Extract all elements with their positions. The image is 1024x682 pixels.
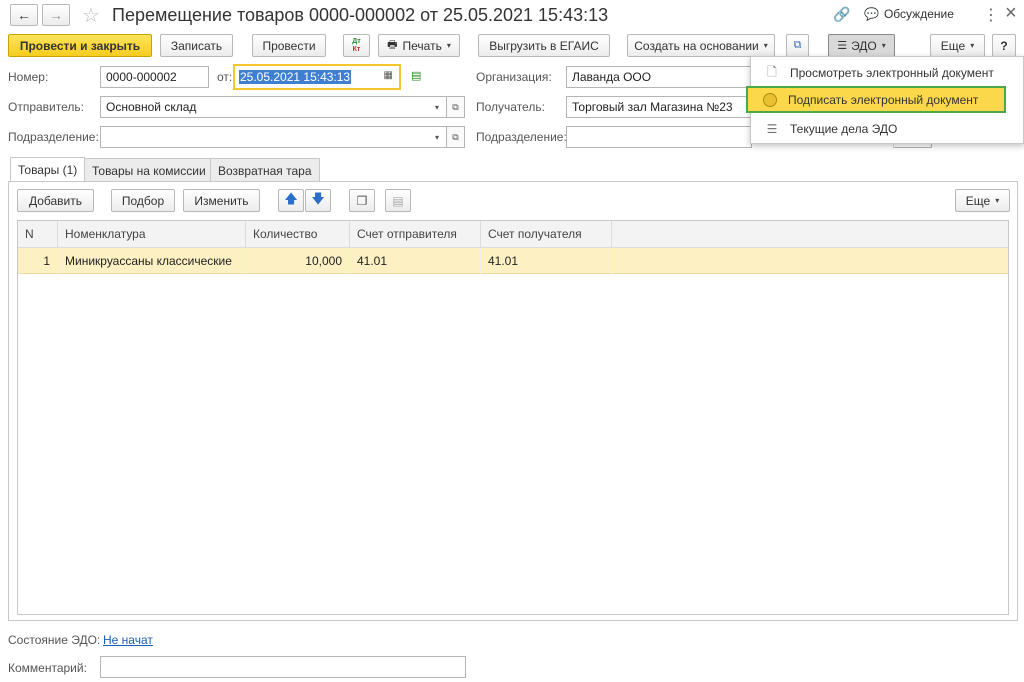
edo-state-link[interactable]: Не начат: [103, 633, 153, 647]
chevron-down-icon[interactable]: ▾: [430, 97, 444, 117]
pick-button[interactable]: Подбор: [111, 189, 175, 212]
cell-sender-account: 41.01: [350, 248, 481, 274]
help-button[interactable]: ?: [992, 34, 1016, 57]
cell-n: 1: [18, 248, 58, 274]
column-header-quantity[interactable]: Количество: [246, 221, 350, 247]
create-based-on-label: Создать на основании: [634, 38, 759, 53]
table-more-label: Еще: [965, 193, 991, 208]
link-icon[interactable]: 🔗: [833, 6, 850, 23]
printer-icon: 🖶: [387, 39, 398, 51]
kt-label: Кт: [352, 45, 361, 53]
chevron-down-icon: ▾: [763, 41, 768, 50]
column-header-sender-account[interactable]: Счет отправителя: [350, 221, 481, 247]
organization-field[interactable]: Лаванда ООО: [566, 66, 752, 88]
tab-returnable-containers[interactable]: Возвратная тара: [210, 158, 320, 182]
table-row[interactable]: 1 Миникруассаны классические 10,000 41.0…: [18, 248, 1008, 274]
more-vertical-icon[interactable]: ⋮: [983, 5, 999, 25]
column-header-n[interactable]: N: [18, 221, 58, 247]
chevron-down-icon[interactable]: ▾: [430, 127, 444, 147]
subdivision-label: Подразделение:: [8, 130, 99, 144]
menu-item-label: Подписать электронный документ: [788, 92, 979, 107]
signature-icon: [763, 92, 777, 107]
edo-icon: ☰: [837, 40, 848, 52]
close-icon[interactable]: ×: [1005, 2, 1017, 25]
edo-dropdown-menu: 🗋 Просмотреть электронный документ Подпи…: [746, 56, 1024, 144]
tab-commission-goods-label: Товары на комиссии: [92, 163, 206, 178]
post-button[interactable]: Провести: [252, 34, 326, 57]
date-field[interactable]: 25.05.2021 15:43:13 ▦: [233, 64, 401, 90]
move-up-button[interactable]: 🡅: [278, 189, 304, 212]
chevron-down-icon: ▾: [446, 41, 451, 50]
chevron-down-icon: ▾: [995, 196, 1000, 205]
discussion-button[interactable]: 💬 Обсуждение: [864, 7, 954, 21]
edo-state-label: Состояние ЭДО:: [8, 633, 101, 647]
paste-button[interactable]: ▤: [385, 189, 411, 212]
sender-label: Отправитель:: [8, 100, 84, 114]
tab-panel: Добавить Подбор Изменить 🡅 🡇 ❐ ▤ Еще ▾ N…: [8, 181, 1018, 621]
chevron-down-icon: ▾: [970, 41, 975, 50]
dt-label: Дт: [352, 37, 361, 45]
menu-item-sign-edoc[interactable]: Подписать электронный документ: [746, 86, 1006, 113]
tab-goods-label: Товары (1): [18, 163, 78, 177]
cell-item: Миникруассаны классические: [58, 248, 246, 274]
post-and-close-button[interactable]: Провести и закрыть: [8, 34, 152, 57]
back-button[interactable]: ←: [10, 4, 38, 26]
column-header-item[interactable]: Номенклатура: [58, 221, 246, 247]
goods-table: N Номенклатура Количество Счет отправите…: [17, 220, 1009, 615]
dtkt-button[interactable]: Дт Кт: [343, 34, 370, 57]
favorite-star-icon[interactable]: ☆: [82, 3, 100, 28]
egais-upload-button[interactable]: Выгрузить в ЕГАИС: [478, 34, 610, 57]
more-label: Еще: [940, 38, 966, 53]
comment-field[interactable]: [100, 656, 466, 678]
menu-item-label: Текущие дела ЭДО: [790, 122, 898, 136]
add-row-button[interactable]: Добавить: [17, 189, 94, 212]
tab-commission-goods[interactable]: Товары на комиссии: [84, 158, 214, 182]
sender-value: Основной склад: [106, 100, 197, 114]
edit-button[interactable]: Изменить: [183, 189, 260, 212]
tab-goods[interactable]: Товары (1): [10, 157, 86, 182]
print-label: Печать: [402, 38, 442, 53]
subdivision-field[interactable]: ▾: [100, 126, 447, 148]
cell-recipient-account: 41.01: [481, 248, 612, 274]
copy-button[interactable]: ❐: [349, 189, 375, 212]
move-down-button[interactable]: 🡇: [305, 189, 331, 212]
table-more-button[interactable]: Еще ▾: [955, 189, 1010, 212]
edo-label: ЭДО: [851, 38, 877, 53]
recipient-field[interactable]: Торговый зал Магазина №23: [566, 96, 752, 118]
window-title: Перемещение товаров 0000-000002 от 25.05…: [112, 5, 609, 25]
date-value: 25.05.2021 15:43:13: [239, 70, 352, 84]
sender-field[interactable]: Основной склад ▾: [100, 96, 447, 118]
date-history-icon[interactable]: ▤: [411, 69, 421, 82]
discussion-label: Обсуждение: [883, 7, 954, 21]
recipient-subdivision-label: Подразделение:: [476, 130, 567, 144]
calendar-icon[interactable]: ▦: [384, 70, 393, 81]
menu-item-edo-tasks[interactable]: ☰ Текущие дела ЭДО: [751, 115, 1024, 143]
save-button[interactable]: Записать: [160, 34, 233, 57]
forward-button[interactable]: →: [42, 4, 70, 26]
date-label: от:: [217, 70, 233, 84]
menu-item-view-edoc[interactable]: 🗋 Просмотреть электронный документ: [751, 59, 1024, 87]
menu-item-label: Просмотреть электронный документ: [790, 66, 994, 80]
discussion-icon: 💬: [864, 7, 879, 21]
chevron-down-icon: ▾: [881, 41, 886, 50]
number-label: Номер:: [8, 70, 49, 84]
organization-label: Организация:: [476, 70, 552, 84]
number-field[interactable]: 0000-000002: [100, 66, 209, 88]
cell-quantity: 10,000: [246, 248, 350, 274]
edo-button[interactable]: ☰ ЭДО ▾: [828, 34, 895, 57]
subdivision-open-button[interactable]: ⧉: [447, 126, 465, 148]
tab-returnable-containers-label: Возвратная тара: [218, 163, 312, 178]
create-based-on-button[interactable]: Создать на основании ▾: [627, 34, 775, 57]
print-button[interactable]: 🖶 Печать ▾: [378, 34, 460, 57]
sender-open-button[interactable]: ⧉: [447, 96, 465, 118]
comment-label: Комментарий:: [8, 661, 87, 675]
more-button[interactable]: Еще ▾: [930, 34, 985, 57]
column-header-recipient-account[interactable]: Счет получателя: [481, 221, 612, 247]
structure-icon-button[interactable]: ⧉: [786, 34, 809, 57]
document-icon: 🗋: [767, 64, 777, 79]
recipient-label: Получатель:: [476, 100, 545, 114]
recipient-subdivision-field[interactable]: [566, 126, 752, 148]
tasks-icon: ☰: [766, 122, 778, 136]
table-header: N Номенклатура Количество Счет отправите…: [18, 221, 1008, 248]
